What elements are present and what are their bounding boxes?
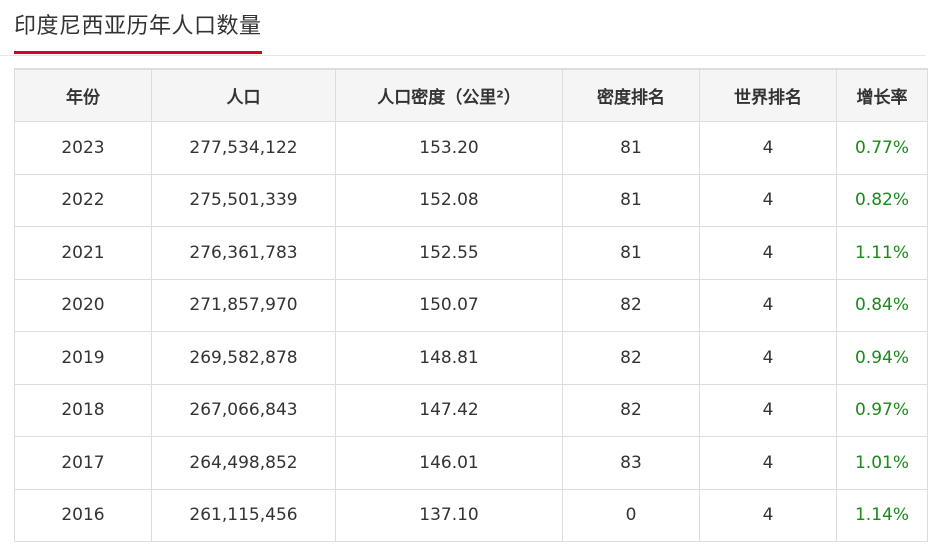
cell-world-rank: 4 <box>699 226 837 280</box>
cell-world-rank: 4 <box>699 383 837 437</box>
cell-density-rank: 82 <box>562 331 700 385</box>
cell-population: 276,361,783 <box>151 226 336 280</box>
cell-world-rank: 4 <box>699 331 837 385</box>
cell-world-rank: 4 <box>699 488 837 542</box>
cell-population: 271,857,970 <box>151 278 336 332</box>
cell-population: 267,066,843 <box>151 383 336 437</box>
cell-density: 152.08 <box>335 173 563 227</box>
table-row: 2022 275,501,339 152.08 81 4 0.82% <box>14 173 928 227</box>
cell-population: 275,501,339 <box>151 173 336 227</box>
header-population[interactable]: 人口 <box>151 68 336 122</box>
cell-year: 2018 <box>14 383 152 437</box>
cell-growth-rate: 1.11% <box>836 226 928 280</box>
cell-population: 261,115,456 <box>151 488 336 542</box>
cell-growth-rate: 0.77% <box>836 121 928 175</box>
cell-density: 148.81 <box>335 331 563 385</box>
cell-density: 150.07 <box>335 278 563 332</box>
table-row: 2023 277,534,122 153.20 81 4 0.77% <box>14 121 928 175</box>
cell-density-rank: 0 <box>562 488 700 542</box>
cell-growth-rate: 0.94% <box>836 331 928 385</box>
population-table: 年份 人口 人口密度（公里²） 密度排名 世界排名 增长率 2023 277,5… <box>14 68 928 542</box>
cell-year: 2019 <box>14 331 152 385</box>
cell-growth-rate: 0.84% <box>836 278 928 332</box>
table-row: 2017 264,498,852 146.01 83 4 1.01% <box>14 436 928 490</box>
table-row: 2021 276,361,783 152.55 81 4 1.11% <box>14 226 928 280</box>
page: 印度尼西亚历年人口数量 年份 人口 人口密度（公里²） 密度排名 世界排名 增长… <box>0 0 933 544</box>
cell-growth-rate: 0.97% <box>836 383 928 437</box>
cell-growth-rate: 0.82% <box>836 173 928 227</box>
cell-density: 146.01 <box>335 436 563 490</box>
table-row: 2016 261,115,456 137.10 0 4 1.14% <box>14 488 928 542</box>
cell-density: 137.10 <box>335 488 563 542</box>
table-body: 2023 277,534,122 153.20 81 4 0.77% 2022 … <box>14 121 928 542</box>
cell-density: 147.42 <box>335 383 563 437</box>
table-header-row: 年份 人口 人口密度（公里²） 密度排名 世界排名 增长率 <box>14 68 928 122</box>
cell-density-rank: 81 <box>562 121 700 175</box>
title-bar: 印度尼西亚历年人口数量 <box>0 0 926 56</box>
header-density[interactable]: 人口密度（公里²） <box>335 68 563 122</box>
header-density-rank[interactable]: 密度排名 <box>562 68 700 122</box>
cell-density-rank: 83 <box>562 436 700 490</box>
cell-year: 2016 <box>14 488 152 542</box>
cell-population: 277,534,122 <box>151 121 336 175</box>
cell-population: 264,498,852 <box>151 436 336 490</box>
header-year[interactable]: 年份 <box>14 68 152 122</box>
cell-world-rank: 4 <box>699 436 837 490</box>
cell-population: 269,582,878 <box>151 331 336 385</box>
table-row: 2020 271,857,970 150.07 82 4 0.84% <box>14 278 928 332</box>
cell-year: 2023 <box>14 121 152 175</box>
table-row: 2019 269,582,878 148.81 82 4 0.94% <box>14 331 928 385</box>
cell-growth-rate: 1.14% <box>836 488 928 542</box>
cell-density-rank: 82 <box>562 383 700 437</box>
cell-year: 2022 <box>14 173 152 227</box>
cell-density-rank: 82 <box>562 278 700 332</box>
cell-density-rank: 81 <box>562 173 700 227</box>
page-title: 印度尼西亚历年人口数量 <box>14 14 262 39</box>
title-underline <box>14 51 262 54</box>
cell-density: 153.20 <box>335 121 563 175</box>
population-table-container: 年份 人口 人口密度（公里²） 密度排名 世界排名 增长率 2023 277,5… <box>14 68 928 542</box>
cell-world-rank: 4 <box>699 278 837 332</box>
cell-world-rank: 4 <box>699 121 837 175</box>
cell-growth-rate: 1.01% <box>836 436 928 490</box>
cell-density: 152.55 <box>335 226 563 280</box>
cell-year: 2021 <box>14 226 152 280</box>
header-growth-rate[interactable]: 增长率 <box>836 68 928 122</box>
header-world-rank[interactable]: 世界排名 <box>699 68 837 122</box>
table-row: 2018 267,066,843 147.42 82 4 0.97% <box>14 383 928 437</box>
cell-density-rank: 81 <box>562 226 700 280</box>
cell-year: 2017 <box>14 436 152 490</box>
cell-year: 2020 <box>14 278 152 332</box>
cell-world-rank: 4 <box>699 173 837 227</box>
